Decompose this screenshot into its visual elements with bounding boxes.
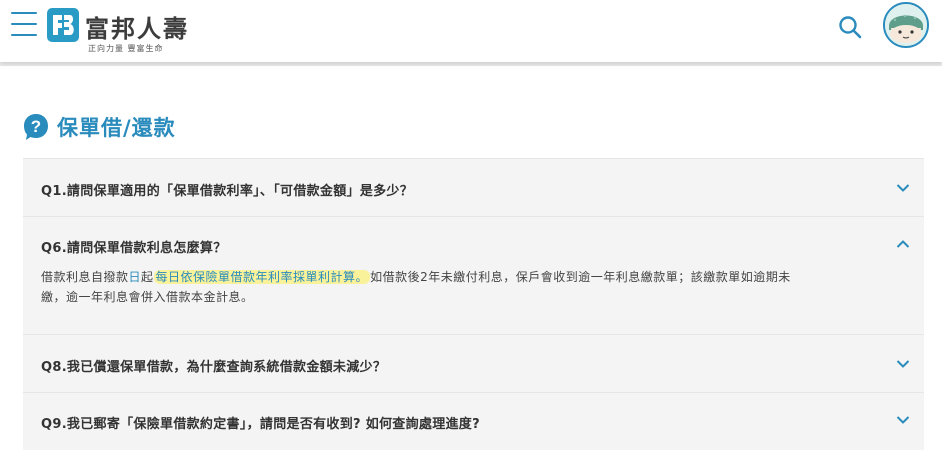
avatar-character-icon <box>885 4 927 46</box>
question-bubble-icon: ? <box>24 114 48 140</box>
faq-answer: 借款利息自撥款日起 每日依保險單借款年利率採單利計算。 如借款後2年未繳付利息，保戶… <box>41 267 901 307</box>
faq-item-q6[interactable]: Q6.請問保單借款利息怎麼算？ 借款利息自撥款日起 每日依保險單借款年利率採單利計… <box>23 216 924 334</box>
section-title: 保單借/還款 <box>57 116 176 140</box>
fubon-logo-icon <box>47 8 79 42</box>
avatar[interactable] <box>883 2 929 48</box>
answer-text: 起 <box>141 270 154 284</box>
faq-item-q8[interactable]: Q8.我已償還保單借款，為什麼查詢系統借款金額未減少？ <box>23 334 924 392</box>
faq-item-q1[interactable]: Q1.請問保單適用的「保單借款利率」、「可借款金額」是多少？ <box>23 158 924 216</box>
answer-text: 繳，逾一年利息會併入借款本金計息。 <box>41 290 254 304</box>
chevron-down-icon[interactable] <box>896 183 910 193</box>
answer-text: 如借款後2年未繳付利息，保戶會收到逾一年利息繳款單；該繳款單如逾期未 <box>370 270 791 284</box>
menu-icon[interactable] <box>11 12 37 36</box>
site-header: 富邦人壽 正向力量 豐富生命 <box>0 0 942 62</box>
faq-item-q9[interactable]: Q9.我已郵寄「保險單借款約定書」，請問是否有收到? 如何查詢處理進度? <box>23 392 924 450</box>
faq-question[interactable]: Q6.請問保單借款利息怎麼算？ <box>41 237 227 256</box>
brand-name: 富邦人壽 <box>85 15 189 43</box>
answer-text: 借款利息自撥款 <box>41 270 129 284</box>
chevron-up-icon[interactable] <box>896 239 910 249</box>
brand-slogan: 正向力量 豐富生命 <box>88 44 164 53</box>
answer-text-emphasis: 日 <box>128 270 142 284</box>
chevron-down-icon[interactable] <box>896 415 910 425</box>
faq-question[interactable]: Q1.請問保單適用的「保單借款利率」、「可借款金額」是多少？ <box>41 180 413 199</box>
svg-text:?: ? <box>31 117 41 136</box>
header-divider <box>0 62 942 66</box>
section-heading: ? 保單借/還款 <box>23 112 176 142</box>
answer-highlight: 每日依保險單借款年利率採單利計算。 <box>153 270 371 284</box>
chevron-down-icon[interactable] <box>896 359 910 369</box>
faq-question[interactable]: Q8.我已償還保單借款，為什麼查詢系統借款金額未減少？ <box>41 356 386 375</box>
search-icon[interactable] <box>837 14 863 40</box>
faq-question[interactable]: Q9.我已郵寄「保險單借款約定書」，請問是否有收到? 如何查詢處理進度? <box>41 413 480 432</box>
